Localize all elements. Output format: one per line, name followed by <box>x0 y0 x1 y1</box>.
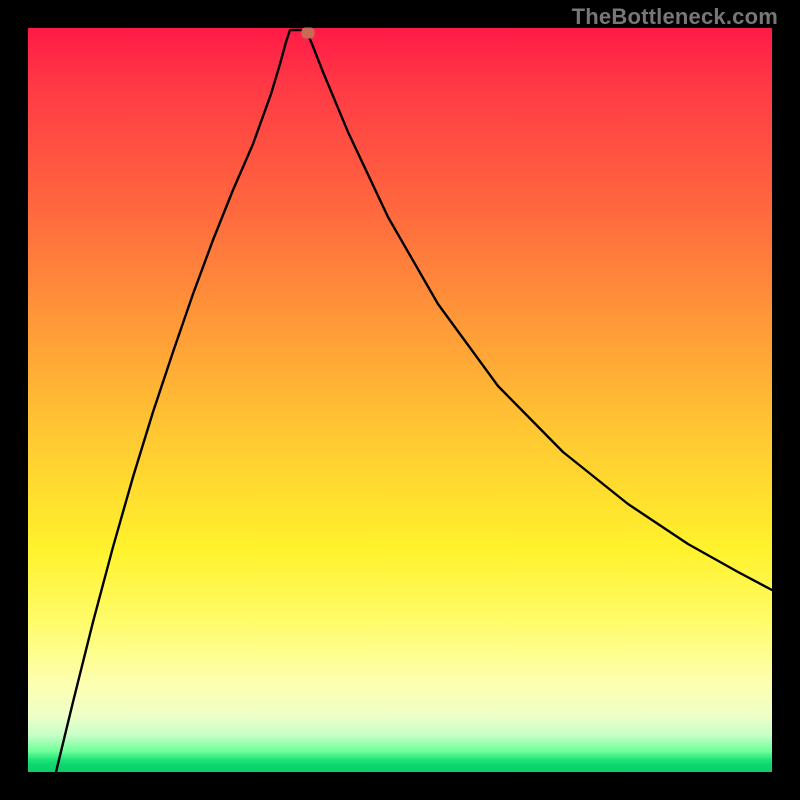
curve-path <box>56 30 772 772</box>
chart-frame: TheBottleneck.com <box>0 0 800 800</box>
bottleneck-curve <box>28 28 772 772</box>
optimal-point-marker <box>302 28 315 39</box>
watermark-text: TheBottleneck.com <box>572 4 778 30</box>
plot-area <box>28 28 772 772</box>
